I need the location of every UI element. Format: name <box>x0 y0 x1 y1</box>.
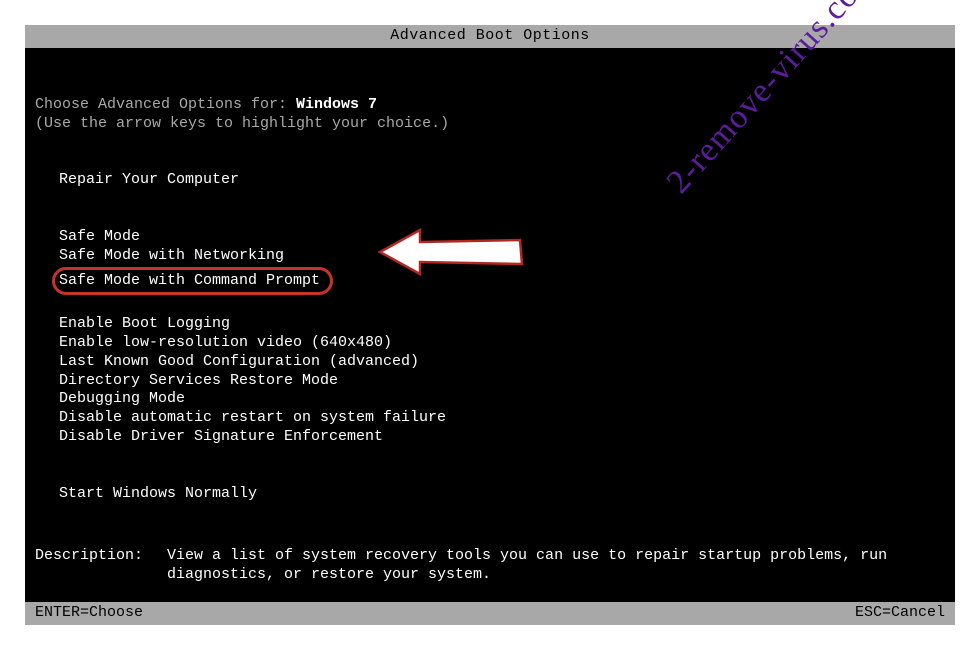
option-low-res[interactable]: Enable low-resolution video (640x480) <box>59 334 945 353</box>
footer-esc: ESC=Cancel <box>855 604 945 623</box>
description-text: View a list of system recovery tools you… <box>167 547 945 585</box>
boot-options-screen: Advanced Boot Options Choose Advanced Op… <box>25 25 955 625</box>
option-safe-mode-cmd[interactable]: Safe Mode with Command Prompt <box>52 267 333 296</box>
option-boot-logging[interactable]: Enable Boot Logging <box>59 315 945 334</box>
content-area: Choose Advanced Options for: Windows 7 (… <box>25 96 955 585</box>
hint-line: (Use the arrow keys to highlight your ch… <box>35 115 945 134</box>
option-disable-auto-restart[interactable]: Disable automatic restart on system fail… <box>59 409 945 428</box>
description-row: Description: View a list of system recov… <box>35 547 945 585</box>
safe-mode-group: Safe Mode Safe Mode with Networking Safe… <box>59 228 945 295</box>
description-label: Description: <box>35 547 167 585</box>
choose-line: Choose Advanced Options for: Windows 7 <box>35 96 945 115</box>
option-debugging[interactable]: Debugging Mode <box>59 390 945 409</box>
repair-option[interactable]: Repair Your Computer <box>59 171 945 190</box>
choose-prefix: Choose Advanced Options for: <box>35 96 296 113</box>
option-last-known-good[interactable]: Last Known Good Configuration (advanced) <box>59 353 945 372</box>
advanced-options-group: Enable Boot Logging Enable low-resolutio… <box>59 315 945 446</box>
option-safe-mode-networking[interactable]: Safe Mode with Networking <box>59 247 945 266</box>
option-disable-driver-sig[interactable]: Disable Driver Signature Enforcement <box>59 428 945 447</box>
title-bar: Advanced Boot Options <box>25 25 955 48</box>
option-safe-mode[interactable]: Safe Mode <box>59 228 945 247</box>
footer-enter: ENTER=Choose <box>35 604 143 623</box>
option-ds-restore[interactable]: Directory Services Restore Mode <box>59 372 945 391</box>
option-start-normally[interactable]: Start Windows Normally <box>59 485 945 504</box>
footer-bar: ENTER=Choose ESC=Cancel <box>25 602 955 625</box>
os-name: Windows 7 <box>296 96 377 113</box>
